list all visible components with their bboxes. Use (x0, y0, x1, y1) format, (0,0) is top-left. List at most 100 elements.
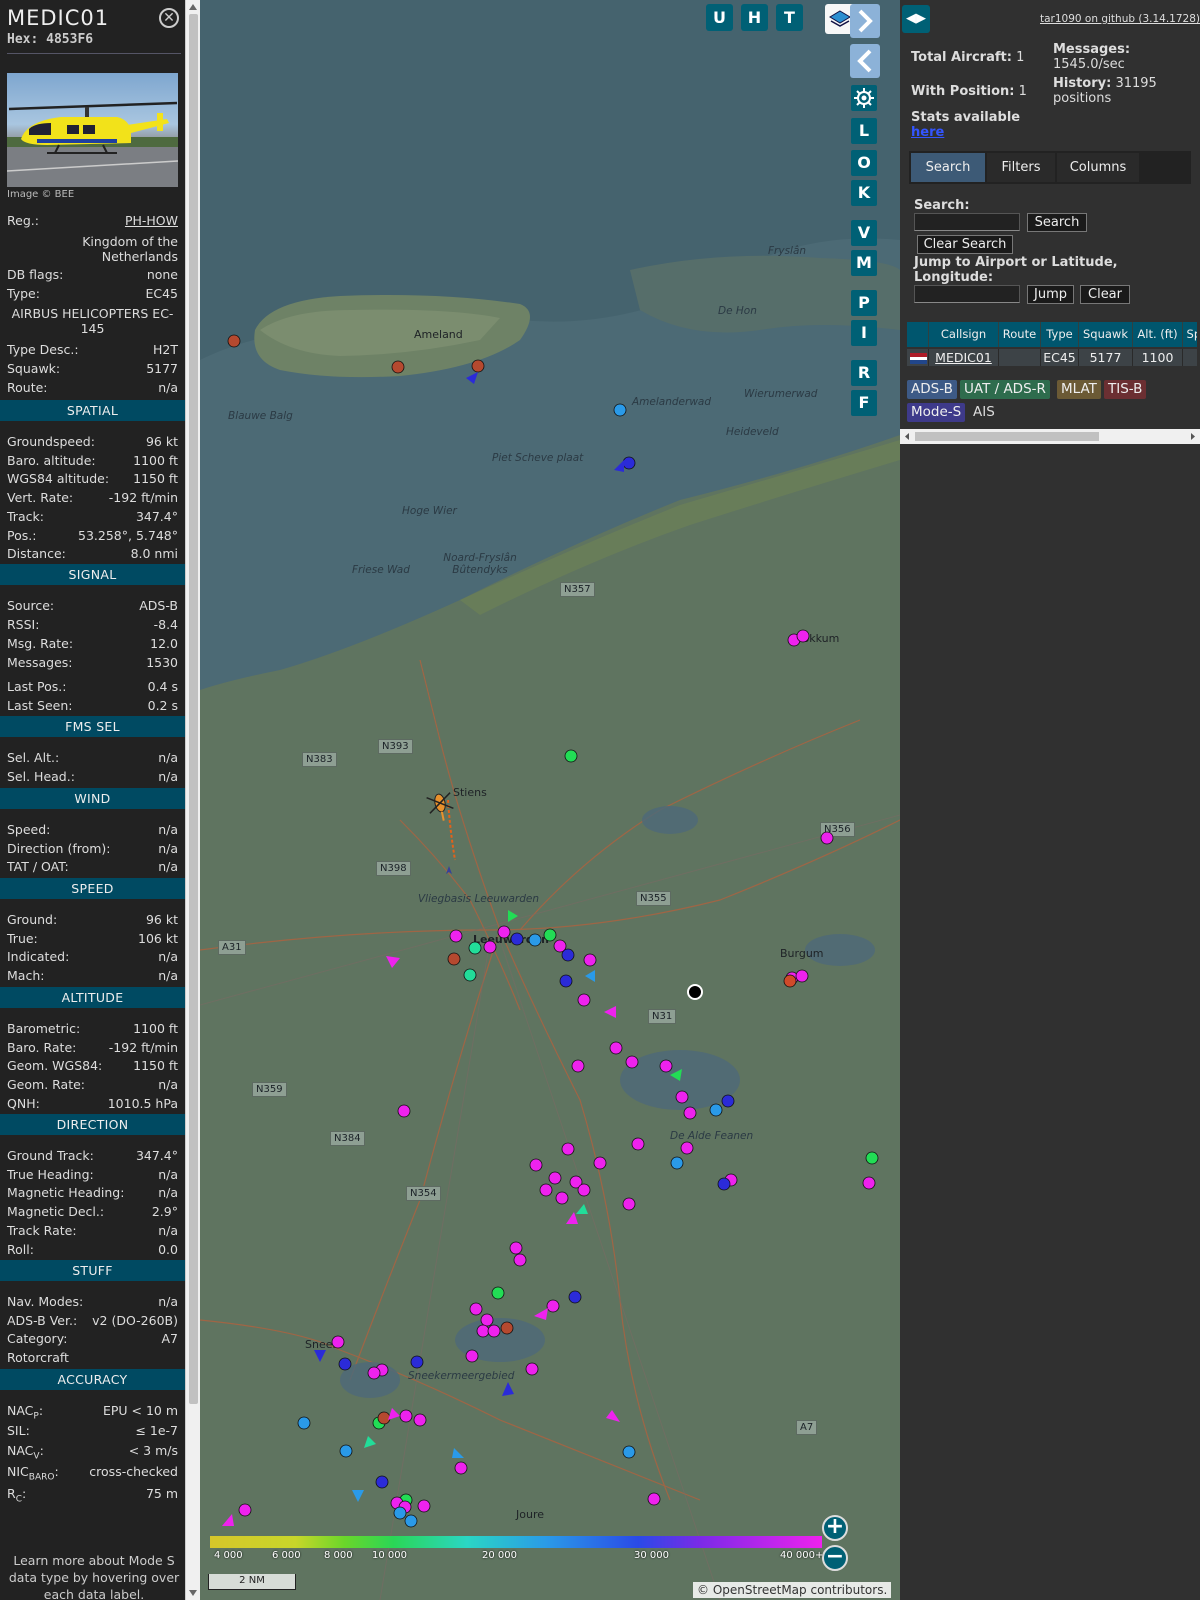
detail-label[interactable]: ADS-B Ver.: (7, 1313, 77, 1328)
button-t[interactable]: T (776, 4, 803, 31)
scroll-up-icon[interactable] (189, 4, 197, 10)
tab-search[interactable]: Search (911, 153, 985, 182)
registration-link[interactable]: PH-HOW (125, 213, 178, 228)
detail-label[interactable]: Groundspeed: (7, 434, 95, 449)
legend-uat[interactable]: UAT / ADS-R (960, 380, 1050, 399)
map-view[interactable]: Ameland Stiens Leeuwarden Burgum Dokkum … (200, 0, 900, 1600)
github-link[interactable]: tar1090 on github (3.14.1728) (1040, 13, 1200, 25)
button-l[interactable]: L (851, 118, 877, 144)
button-p[interactable]: P (851, 290, 877, 316)
detail-label[interactable]: True Heading: (7, 1167, 94, 1182)
button-m[interactable]: M (851, 250, 877, 276)
detail-label[interactable]: True: (7, 931, 38, 946)
scroll-down-icon[interactable] (189, 1590, 197, 1596)
legend-ais[interactable]: AIS (969, 403, 999, 422)
aircraft-photo[interactable] (7, 73, 178, 187)
detail-label[interactable]: Track: (7, 509, 44, 524)
detail-label[interactable]: Magnetic Heading: (7, 1185, 124, 1200)
detail-label[interactable]: Ground Track: (7, 1148, 94, 1163)
detail-label[interactable]: Nav. Modes: (7, 1294, 83, 1309)
zoom-out-icon[interactable]: − (822, 1545, 848, 1571)
detail-label[interactable]: Pos.: (7, 528, 36, 543)
table-header-callsign[interactable]: Callsign (929, 322, 999, 347)
settings-gear-icon[interactable] (851, 85, 877, 111)
legend-tis-b[interactable]: TIS-B (1104, 380, 1147, 399)
detail-label[interactable]: Sel. Head.: (7, 769, 75, 784)
expand-sidebar-icon[interactable] (850, 4, 880, 38)
table-header-spd[interactable]: Spd (1183, 322, 1197, 347)
detail-value: 12.0 (150, 636, 178, 651)
tab-filters[interactable]: Filters (987, 153, 1055, 182)
detail-label[interactable]: Msg. Rate: (7, 636, 73, 651)
button-i[interactable]: I (851, 320, 877, 346)
detail-label[interactable]: NICBARO: (7, 1464, 59, 1483)
stats-here-link[interactable]: here (911, 125, 944, 140)
table-header-type[interactable]: Type (1041, 322, 1079, 347)
clear-button[interactable]: Clear (1080, 285, 1130, 304)
button-h[interactable]: H (741, 4, 768, 31)
detail-label[interactable]: QNH: (7, 1096, 40, 1111)
detail-label[interactable]: Last Seen: (7, 698, 72, 713)
detail-label[interactable]: Category: (7, 1331, 67, 1346)
table-header-squawk[interactable]: Squawk (1079, 322, 1133, 347)
detail-label[interactable]: Direction (from): (7, 841, 111, 856)
jump-button[interactable]: Jump (1027, 285, 1074, 304)
detail-label[interactable]: RSSI: (7, 617, 39, 632)
jump-input[interactable] (914, 285, 1020, 303)
legend-ads-b[interactable]: ADS-B (907, 380, 957, 399)
detail-row-spatial: Vert. Rate: -192 ft/min (7, 490, 178, 508)
detail-label[interactable]: Vert. Rate: (7, 490, 73, 505)
map-attribution[interactable]: © OpenStreetMap contributors. (693, 1582, 892, 1598)
detail-label[interactable]: Last Pos.: (7, 679, 66, 694)
aircraft-markers[interactable] (222, 334, 879, 1528)
detail-label[interactable]: Geom. Rate: (7, 1077, 85, 1092)
detail-label[interactable]: Roll: (7, 1242, 34, 1257)
button-o[interactable]: O (851, 150, 877, 176)
selected-aircraft-icon[interactable] (426, 792, 455, 823)
detail-label[interactable]: Barometric: (7, 1021, 80, 1036)
detail-label[interactable]: Speed: (7, 822, 50, 837)
legend-mlat[interactable]: MLAT (1057, 380, 1101, 399)
button-v[interactable]: V (851, 220, 877, 246)
detail-label[interactable]: TAT / OAT: (7, 859, 69, 874)
zoom-in-icon[interactable]: + (822, 1515, 848, 1541)
button-k[interactable]: K (851, 180, 877, 206)
detail-label[interactable]: Geom. WGS84: (7, 1058, 102, 1073)
table-header-alt[interactable]: Alt. (ft) (1133, 322, 1183, 347)
detail-label[interactable]: NACV: (7, 1443, 44, 1462)
detail-label[interactable]: Baro. altitude: (7, 453, 96, 468)
detail-label[interactable]: NACP: (7, 1403, 43, 1422)
legend-mode-s[interactable]: Mode-S (907, 403, 966, 422)
detail-value: 96 kt (145, 434, 178, 449)
tab-columns[interactable]: Columns (1057, 153, 1139, 182)
detail-label[interactable]: WGS84 altitude: (7, 471, 109, 486)
table-header-route[interactable]: Route (999, 322, 1041, 347)
close-icon[interactable]: ✕ (159, 8, 179, 28)
search-input[interactable] (914, 213, 1020, 231)
detail-label[interactable]: Distance: (7, 546, 66, 561)
clear-search-button[interactable]: Clear Search (917, 235, 1013, 254)
detail-value: cross-checked (89, 1464, 178, 1479)
detail-label[interactable]: Baro. Rate: (7, 1040, 76, 1055)
table-horizontal-scrollbar[interactable] (900, 429, 1200, 444)
scrollbar-thumb[interactable] (189, 14, 198, 1404)
button-u[interactable]: U (706, 4, 733, 31)
row-callsign[interactable]: MEDIC01 (929, 349, 999, 366)
detail-label[interactable]: Ground: (7, 912, 57, 927)
detail-label[interactable]: Indicated: (7, 949, 69, 964)
info-panel-scrollbar[interactable] (185, 0, 200, 1600)
button-r[interactable]: R (851, 360, 877, 386)
detail-label[interactable]: Messages: (7, 655, 73, 670)
detail-label[interactable]: Magnetic Decl.: (7, 1204, 104, 1219)
detail-label[interactable]: Mach: (7, 968, 44, 983)
collapse-sidebar-icon[interactable] (850, 44, 880, 78)
detail-label[interactable]: Track Rate: (7, 1223, 77, 1238)
search-button[interactable]: Search (1027, 213, 1087, 232)
detail-label[interactable]: Rotorcraft (7, 1350, 69, 1365)
detail-label[interactable]: Sel. Alt.: (7, 750, 59, 765)
button-f[interactable]: F (851, 390, 877, 416)
detail-label[interactable]: SIL: (7, 1423, 30, 1438)
detail-label[interactable]: Source: (7, 598, 54, 613)
toggle-sidebar-icon[interactable]: ◀▶ (902, 5, 930, 33)
detail-label[interactable]: RC: (7, 1486, 26, 1505)
